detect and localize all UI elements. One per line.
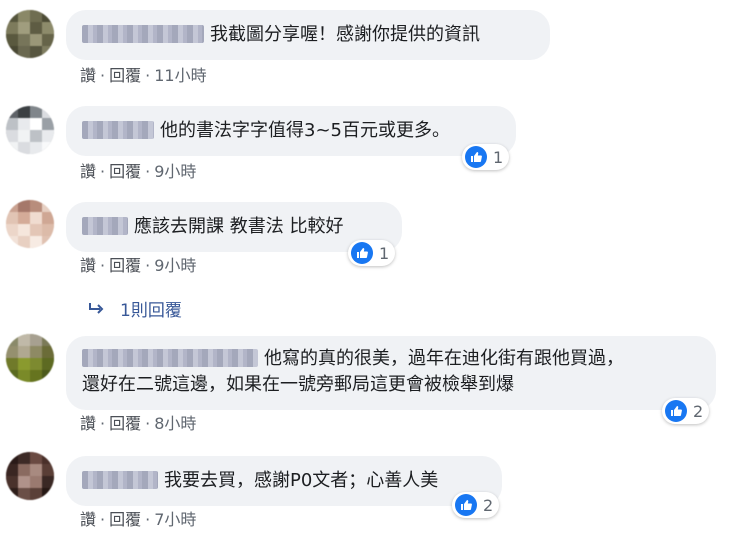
- like-link[interactable]: 讚: [80, 66, 96, 86]
- separator: ·: [145, 66, 151, 85]
- commenter-avatar[interactable]: [6, 452, 54, 500]
- like-link[interactable]: 讚: [80, 162, 96, 182]
- separator: ·: [100, 510, 106, 529]
- comment-bubble: 他寫的真的很美，過年在迪化街有跟他買過， 還好在二號這邊，如果在一號旁郵局這更會…: [66, 336, 716, 410]
- like-icon: [351, 242, 373, 264]
- comment-timestamp[interactable]: 9小時: [154, 162, 196, 182]
- reaction-number: 1: [379, 243, 390, 263]
- reaction-number: 2: [693, 401, 704, 421]
- reaction-count[interactable]: 1: [348, 240, 396, 266]
- comment-timestamp[interactable]: 8小時: [154, 414, 196, 434]
- comment-timestamp[interactable]: 11小時: [154, 66, 206, 86]
- comment-text: 我要去買，感謝P0文者；心善人美: [164, 470, 439, 491]
- comment-text: 他寫的真的很美，過年在迪化街有跟他買過，: [264, 348, 624, 369]
- separator: ·: [145, 414, 151, 433]
- reply-link[interactable]: 回覆: [109, 66, 141, 86]
- reaction-number: 1: [493, 147, 504, 167]
- separator: ·: [145, 162, 151, 181]
- like-icon: [465, 146, 487, 168]
- comment-text: 應該去開課 教書法 比較好: [134, 216, 344, 237]
- commenter-name[interactable]: [82, 349, 258, 367]
- reply-link[interactable]: 回覆: [109, 414, 141, 434]
- comment-actions: 讚 · 回覆 · 11小時: [80, 66, 207, 86]
- comment-text: 我截圖分享喔！感謝你提供的資訊: [210, 24, 480, 45]
- separator: ·: [145, 510, 151, 529]
- comment-bubble: 我截圖分享喔！感謝你提供的資訊: [66, 10, 550, 60]
- commenter-avatar[interactable]: [6, 10, 54, 58]
- separator: ·: [100, 414, 106, 433]
- commenter-name[interactable]: [82, 25, 204, 43]
- replies-count: 1則回覆: [120, 301, 182, 321]
- reply-link[interactable]: 回覆: [109, 510, 141, 530]
- like-link[interactable]: 讚: [80, 510, 96, 530]
- separator: ·: [100, 66, 106, 85]
- separator: ·: [145, 256, 151, 275]
- separator: ·: [100, 162, 106, 181]
- view-replies-link[interactable]: 1則回覆: [88, 300, 182, 322]
- comment-timestamp[interactable]: 9小時: [154, 256, 196, 276]
- reaction-count[interactable]: 2: [662, 398, 710, 424]
- comment-text: 他的書法字字值得3~5百元或更多。: [160, 120, 450, 141]
- comment-actions: 讚 · 回覆 · 8小時: [80, 414, 196, 434]
- reaction-number: 2: [483, 495, 494, 515]
- like-icon: [665, 400, 687, 422]
- reply-link[interactable]: 回覆: [109, 256, 141, 276]
- comment-actions: 讚 · 回覆 · 9小時: [80, 256, 196, 276]
- commenter-name[interactable]: [82, 471, 158, 489]
- comment-bubble: 他的書法字字值得3~5百元或更多。: [66, 106, 516, 156]
- comment-bubble: 我要去買，感謝P0文者；心善人美: [66, 456, 502, 506]
- comment-actions: 讚 · 回覆 · 7小時: [80, 510, 196, 530]
- separator: ·: [100, 256, 106, 275]
- comment-actions: 讚 · 回覆 · 9小時: [80, 162, 196, 182]
- like-link[interactable]: 讚: [80, 414, 96, 434]
- comment-text-continued: 還好在二號這邊，如果在一號旁郵局這更會被檢舉到爆: [82, 374, 514, 395]
- reaction-count[interactable]: 2: [452, 492, 500, 518]
- like-icon: [455, 494, 477, 516]
- comment-timestamp[interactable]: 7小時: [154, 510, 196, 530]
- reply-arrow-icon: [88, 300, 106, 322]
- commenter-name[interactable]: [82, 121, 154, 139]
- commenter-avatar[interactable]: [6, 334, 54, 382]
- reaction-count[interactable]: 1: [462, 144, 510, 170]
- reply-link[interactable]: 回覆: [109, 162, 141, 182]
- commenter-avatar[interactable]: [6, 200, 54, 248]
- commenter-name[interactable]: [82, 217, 128, 235]
- commenter-avatar[interactable]: [6, 106, 54, 154]
- like-link[interactable]: 讚: [80, 256, 96, 276]
